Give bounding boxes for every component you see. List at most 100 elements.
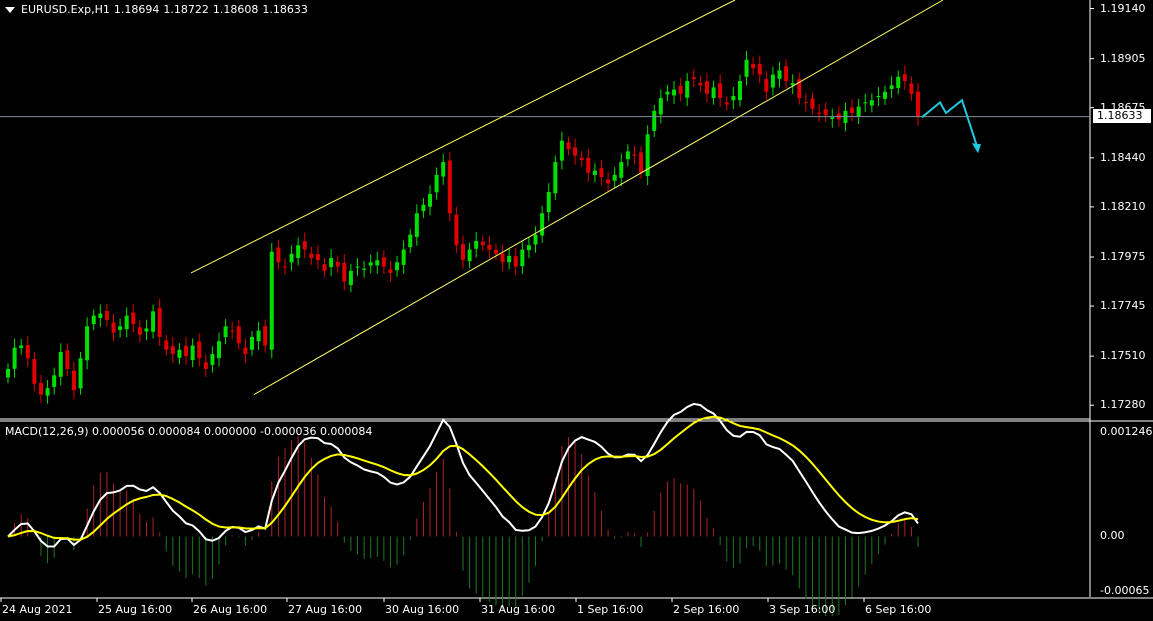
candle-body xyxy=(599,168,604,178)
candle-body xyxy=(124,315,129,330)
price-tick-label: 1.17280 xyxy=(1100,398,1146,412)
candle-body xyxy=(263,326,268,346)
candle-body xyxy=(500,253,505,263)
close-value: 1.18633 xyxy=(262,3,308,16)
candle-body xyxy=(25,344,30,359)
candle-body xyxy=(863,102,868,104)
candle-body xyxy=(104,311,109,320)
candle-body xyxy=(249,336,254,350)
candle-body xyxy=(401,249,406,265)
candle-body xyxy=(335,261,340,267)
candle-body xyxy=(731,95,736,101)
candle-body xyxy=(210,354,215,365)
candle-body xyxy=(454,214,459,246)
candle-body xyxy=(810,98,815,109)
channel-upper-line xyxy=(190,0,736,274)
time-tick-label: 25 Aug 16:00 xyxy=(98,603,173,616)
macd-tick-label: -0.00065 xyxy=(1100,584,1150,597)
candle-body xyxy=(190,345,195,361)
time-tick-label: 2 Sep 16:00 xyxy=(673,603,740,616)
candle-body xyxy=(718,83,723,99)
candle-body xyxy=(474,240,479,249)
candle-body xyxy=(777,70,782,79)
candle-body xyxy=(487,244,492,250)
candle-body xyxy=(131,312,136,325)
dropdown-triangle-icon[interactable] xyxy=(5,6,15,13)
candle-body xyxy=(355,266,360,268)
candlestick-series xyxy=(6,50,920,404)
candle-body xyxy=(612,174,617,181)
candle-body xyxy=(625,151,630,160)
candle-body xyxy=(869,100,874,106)
candle-body xyxy=(375,260,380,266)
candle-body xyxy=(513,256,518,267)
candle-body xyxy=(434,174,439,193)
candle-body xyxy=(632,154,637,156)
candle-body xyxy=(243,347,248,355)
high-value: 1.18722 xyxy=(163,3,209,16)
current-price-tag: 1.18633 xyxy=(1093,109,1151,123)
price-tick-label: 1.19140 xyxy=(1100,1,1146,15)
candle-body xyxy=(203,362,208,369)
candle-body xyxy=(151,311,156,332)
candle-body xyxy=(579,157,584,160)
macd-header: MACD(12,26,9) 0.000056 0.000084 0.000000… xyxy=(5,425,373,438)
candle-body xyxy=(118,326,123,330)
candle-body xyxy=(916,91,920,118)
candle-body xyxy=(652,110,657,131)
candle-body xyxy=(586,157,591,173)
price-tick-label: 1.17510 xyxy=(1100,349,1146,363)
candle-body xyxy=(184,345,189,357)
price-tick-label: 1.18210 xyxy=(1100,199,1146,213)
candle-body xyxy=(817,112,822,114)
price-tick-label: 1.18440 xyxy=(1100,150,1146,164)
candle-body xyxy=(19,345,24,348)
candle-body xyxy=(85,326,90,361)
candle-body xyxy=(658,98,663,115)
candle-body xyxy=(98,313,103,318)
candle-body xyxy=(698,82,703,86)
candle-body xyxy=(170,346,175,355)
time-tick-label: 30 Aug 16:00 xyxy=(385,603,460,616)
candle-body xyxy=(639,152,644,173)
candle-body xyxy=(823,109,828,116)
candle-body xyxy=(91,315,96,325)
candle-body xyxy=(737,81,742,101)
candle-body xyxy=(592,170,597,176)
candle-body xyxy=(12,347,17,369)
candle-body xyxy=(428,194,433,207)
candle-body xyxy=(230,330,235,332)
time-tick-label: 1 Sep 16:00 xyxy=(577,603,644,616)
candle-body xyxy=(685,81,690,98)
candle-body xyxy=(217,341,222,359)
channel-lower-line xyxy=(253,0,944,395)
candle-body xyxy=(850,107,855,114)
candle-body xyxy=(744,59,749,77)
candle-body xyxy=(461,244,465,261)
open-value: 1.18694 xyxy=(113,3,160,16)
candle-body xyxy=(236,326,241,344)
candle-body xyxy=(566,142,571,150)
candle-body xyxy=(342,262,347,282)
candle-body xyxy=(711,87,716,98)
candle-body xyxy=(296,245,301,258)
candle-body xyxy=(751,63,756,69)
candle-body xyxy=(111,322,116,333)
candle-body xyxy=(329,258,334,268)
chart-header: EURUSD.Exp,H1 1.18694 1.18722 1.18608 1.… xyxy=(5,3,308,16)
candle-body xyxy=(856,106,861,117)
candle-body xyxy=(889,85,894,89)
candle-body xyxy=(157,307,162,337)
macd-tick-label: 0.001246 xyxy=(1100,425,1153,438)
candle-body xyxy=(441,162,446,177)
candle-body xyxy=(559,140,564,161)
low-value: 1.18608 xyxy=(212,3,259,16)
candle-body xyxy=(71,370,76,391)
candle-body xyxy=(540,213,545,236)
candle-body xyxy=(724,102,729,105)
candle-body xyxy=(493,249,498,254)
candle-body xyxy=(78,358,83,389)
candle-body xyxy=(672,89,677,96)
price-tick-label: 1.18905 xyxy=(1100,51,1146,65)
time-tick-label: 6 Sep 16:00 xyxy=(865,603,932,616)
